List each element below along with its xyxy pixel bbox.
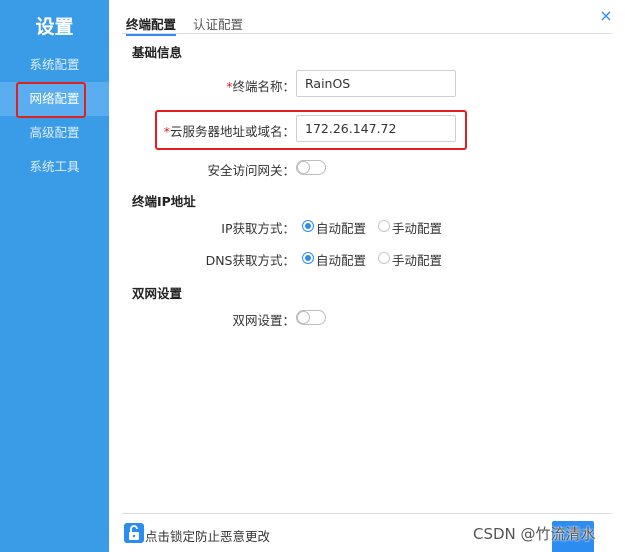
watermark: CSDN @竹流清水 (473, 525, 596, 543)
tab-divider (122, 33, 612, 34)
highlight-box-cloud-server (155, 110, 467, 150)
toggle-knob (298, 312, 309, 323)
highlight-box-network (16, 82, 86, 118)
dns-mode-label: DNS获取方式： (205, 253, 295, 268)
sidebar-item-system-tools[interactable]: 系统工具 (0, 150, 109, 184)
footer-divider (122, 513, 612, 514)
radio-label: 手动配置 (392, 253, 443, 268)
ip-mode-label: IP获取方式： (221, 221, 295, 236)
dual-network-label: 双网设置： (232, 313, 295, 328)
unlock-icon[interactable] (124, 523, 144, 543)
close-icon[interactable]: × (598, 8, 614, 24)
tab-auth-config[interactable]: 认证配置 (193, 14, 243, 33)
settings-title: 设置 (35, 16, 74, 38)
section-basic-info: 基础信息 (132, 45, 183, 60)
sidebar-item-advanced-config[interactable]: 高级配置 (0, 116, 109, 150)
sidebar-item-system-config[interactable]: 系统配置 (0, 48, 109, 82)
terminal-name-label-text: 终端名称： (232, 79, 295, 94)
tab-terminal-config[interactable]: 终端配置 (126, 14, 177, 36)
radio-label: 手动配置 (392, 221, 443, 236)
section-terminal-ip: 终端IP地址 (132, 194, 196, 209)
dual-network-toggle[interactable] (296, 310, 326, 325)
terminal-name-input[interactable] (296, 70, 456, 97)
toggle-knob (298, 162, 309, 173)
secure-gateway-label: 安全访问网关： (207, 163, 295, 178)
radio-dot (302, 252, 314, 264)
radio-dot (378, 252, 390, 264)
radio-label: 自动配置 (316, 253, 367, 268)
lock-hint-text[interactable]: 点击锁定防止恶意更改 (145, 526, 270, 545)
radio-dot (378, 220, 390, 232)
main-panel: 终端配置 认证配置 × 基础信息 *终端名称： *云服务器地址或域名： 安全访问… (109, 0, 625, 552)
radio-label: 自动配置 (316, 221, 367, 236)
sidebar: 设置 系统配置 网络配置 高级配置 系统工具 (0, 0, 109, 552)
secure-gateway-toggle[interactable] (296, 160, 326, 175)
terminal-name-label: *终端名称： (226, 76, 295, 95)
radio-dot (302, 220, 314, 232)
section-dual-network: 双网设置 (132, 286, 183, 301)
